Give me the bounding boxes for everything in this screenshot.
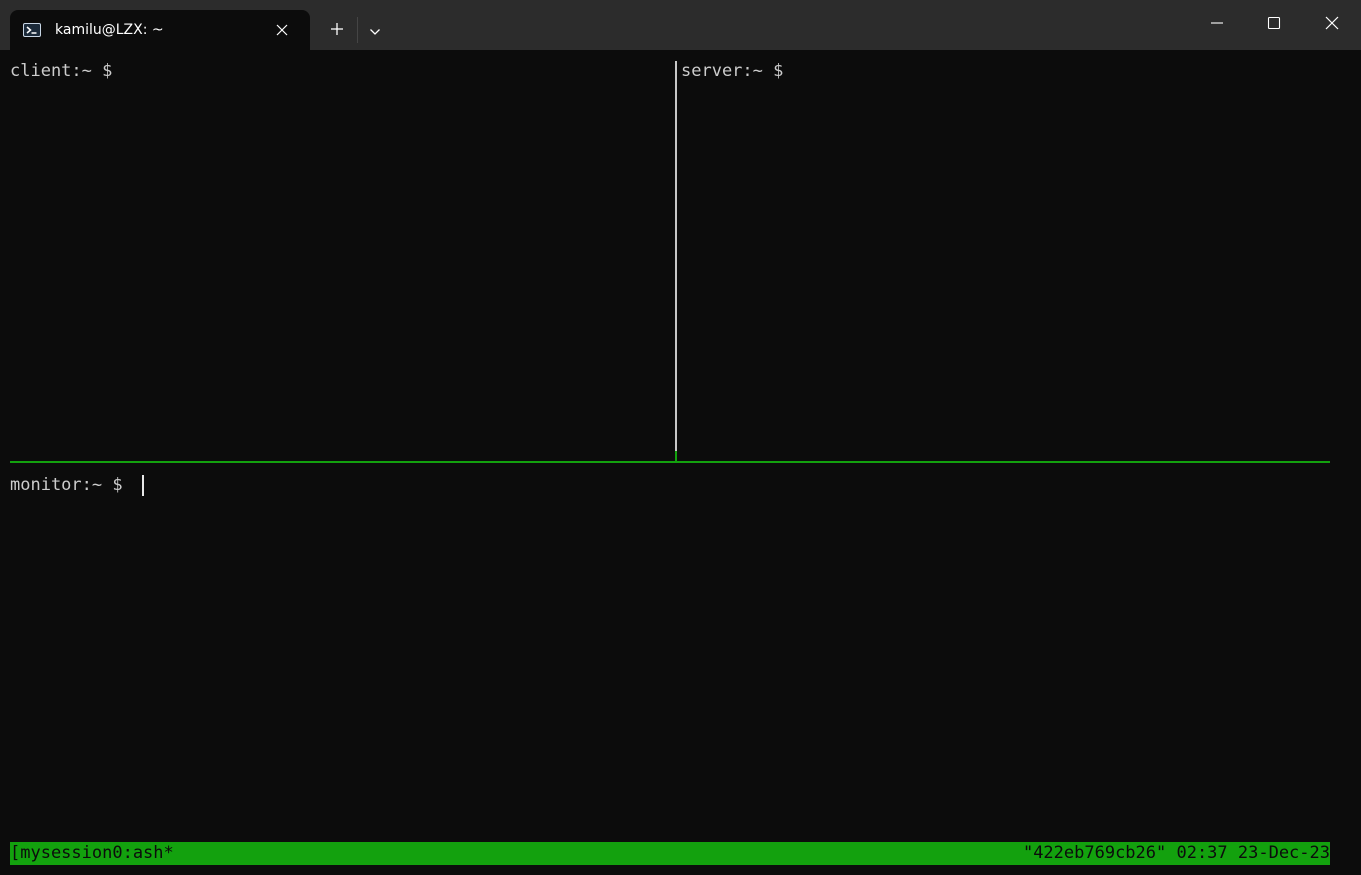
server-pane-prompt: server:~ $ <box>681 61 784 81</box>
profiles-dropdown-button[interactable] <box>362 15 388 45</box>
close-icon <box>1325 15 1339 34</box>
tab-title: kamilu@LZX: ~ <box>55 22 164 38</box>
vertical-pane-divider-active-segment <box>675 451 677 461</box>
tab-divider <box>357 17 358 43</box>
terminal-tab[interactable]: kamilu@LZX: ~ <box>10 10 310 50</box>
tmux-status-bar: [mysession0:ash* "422eb769cb26" 02:37 23… <box>10 842 1330 865</box>
title-bar[interactable]: kamilu@LZX: ~ <box>0 0 1361 50</box>
minimize-icon <box>1210 15 1224 34</box>
vertical-pane-divider[interactable] <box>675 61 677 451</box>
minimize-button[interactable] <box>1188 0 1246 48</box>
text-cursor <box>142 475 144 496</box>
chevron-down-icon <box>369 21 381 40</box>
monitor-pane-prompt: monitor:~ $ <box>10 475 123 495</box>
new-tab-button[interactable] <box>322 15 352 45</box>
horizontal-pane-divider[interactable] <box>10 461 1330 463</box>
close-window-button[interactable] <box>1303 0 1361 48</box>
close-tab-icon[interactable] <box>272 20 292 40</box>
powershell-icon <box>23 21 41 39</box>
maximize-icon <box>1267 15 1281 34</box>
terminal-area[interactable]: client:~ $ server:~ $ monitor:~ $ [myses… <box>0 50 1361 875</box>
maximize-button[interactable] <box>1245 0 1303 48</box>
client-pane-prompt: client:~ $ <box>10 61 113 81</box>
status-session-window: [mysession0:ash* <box>10 843 174 863</box>
status-host-time: "422eb769cb26" 02:37 23-Dec-23 <box>1022 843 1330 863</box>
terminal-window: kamilu@LZX: ~ client:~ $ server:~ $ moni… <box>0 0 1361 875</box>
plus-icon <box>330 21 344 40</box>
